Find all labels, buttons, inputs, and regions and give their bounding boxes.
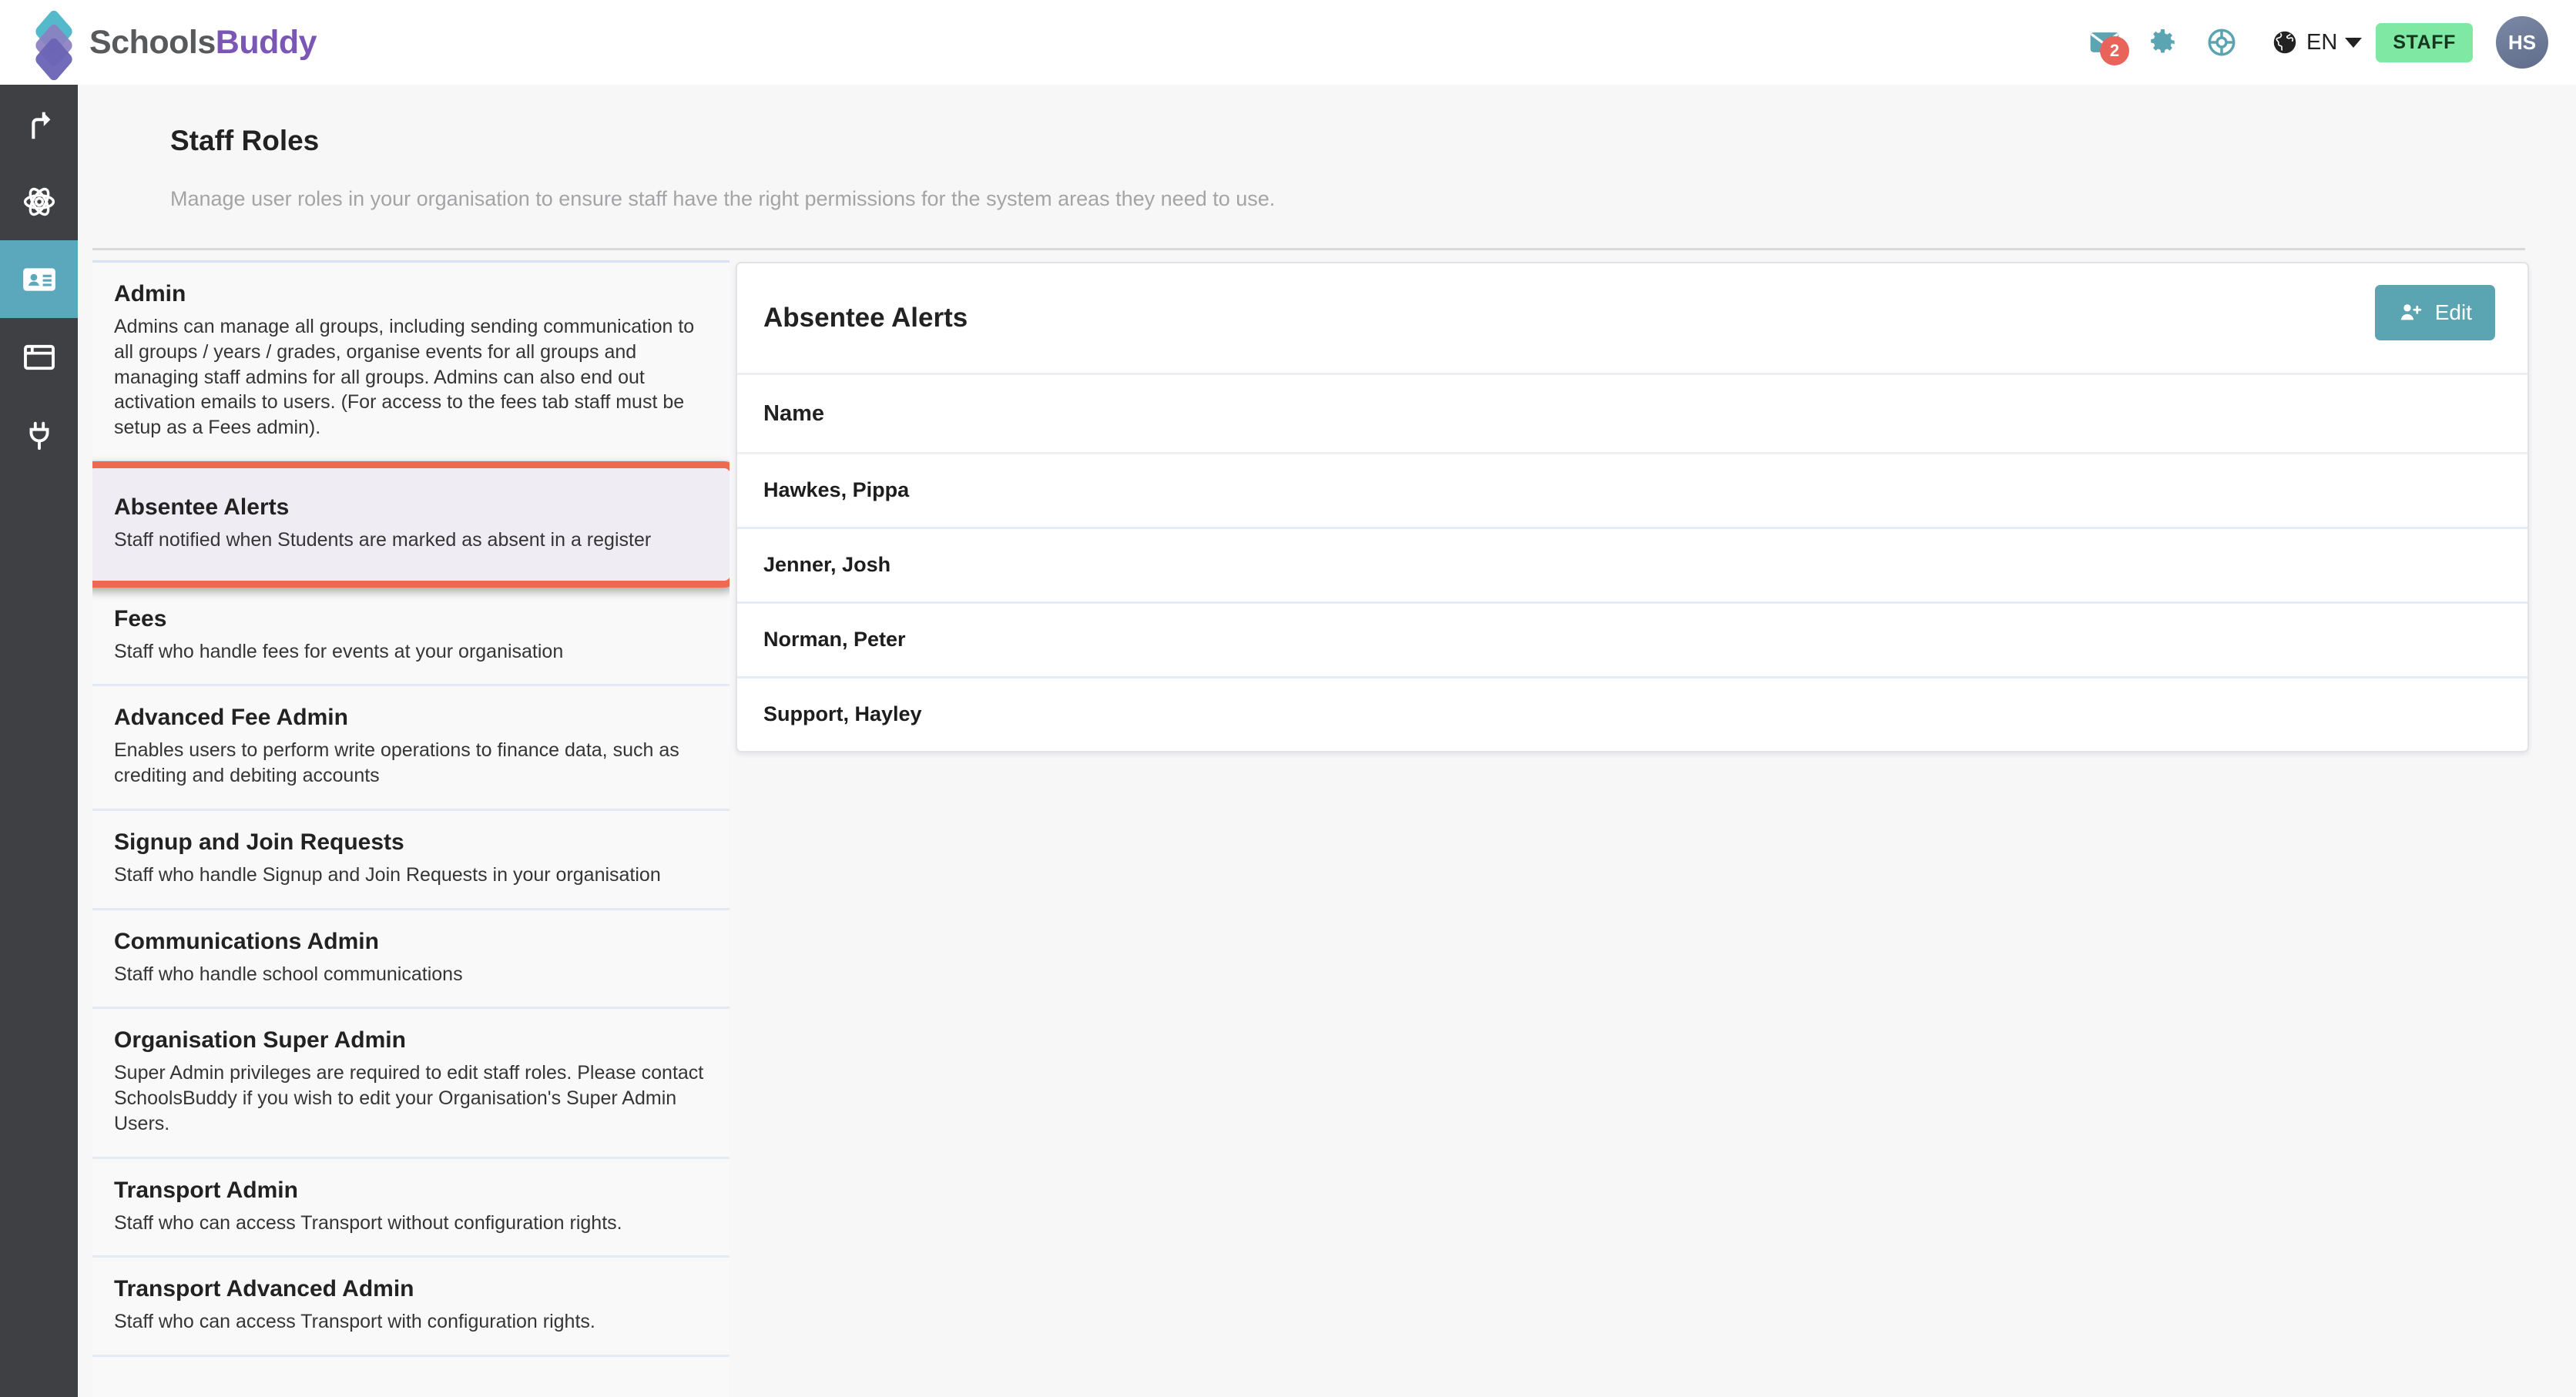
role-list-item[interactable]: Transport Admin Staff who can access Tran… bbox=[92, 1159, 730, 1258]
schoolsbuddy-diamond-logo-icon bbox=[26, 13, 82, 72]
arrow-turn-up-icon bbox=[22, 106, 57, 142]
brand-name-part1: Schools bbox=[89, 24, 216, 61]
gear-icon bbox=[2147, 26, 2179, 59]
edit-button-label: Edit bbox=[2435, 300, 2472, 325]
staff-role-badge[interactable]: STAFF bbox=[2376, 23, 2473, 62]
rail-item-navigate[interactable] bbox=[0, 85, 78, 162]
page-description: Manage user roles in your organisation t… bbox=[170, 187, 1275, 211]
role-detail-card: Absentee Alerts Edit Name Hawkes, PippaJ… bbox=[736, 262, 2529, 752]
role-list-item[interactable]: Admin Admins can manage all groups, inclu… bbox=[92, 263, 730, 463]
table-row[interactable]: Jenner, Josh bbox=[737, 529, 2527, 604]
brand-name-part2: Buddy bbox=[216, 24, 317, 61]
edit-button[interactable]: Edit bbox=[2375, 285, 2495, 340]
role-list-item[interactable]: Communications Admin Staff who handle sch… bbox=[92, 910, 730, 1010]
role-list-item-name: Absentee Alerts bbox=[114, 494, 709, 521]
page-header: Staff Roles Manage user roles in your or… bbox=[78, 85, 2576, 248]
user-plus-icon bbox=[2398, 300, 2423, 325]
left-icon-rail bbox=[0, 85, 78, 1397]
role-list-item[interactable]: Signup and Join Requests Staff who handle… bbox=[92, 811, 730, 910]
table-row[interactable]: Hawkes, Pippa bbox=[737, 454, 2527, 529]
role-list-item-description: Super Admin privileges are required to e… bbox=[114, 1060, 708, 1136]
header-divider bbox=[92, 248, 2525, 250]
table-row[interactable]: Norman, Peter bbox=[737, 604, 2527, 678]
chevron-down-icon bbox=[2345, 38, 2362, 48]
globe-icon bbox=[2271, 28, 2299, 56]
messages-count-badge: 2 bbox=[2100, 36, 2129, 65]
lifebuoy-icon bbox=[2205, 26, 2238, 59]
brand-logo[interactable]: SchoolsBuddy bbox=[0, 13, 317, 72]
role-list-item-description: Staff who can access Transport without c… bbox=[114, 1211, 708, 1236]
messages-button[interactable]: 2 bbox=[2075, 13, 2134, 72]
staff-table-body: Hawkes, PippaJenner, JoshNorman, PeterSu… bbox=[737, 454, 2527, 751]
rail-item-staff-roles[interactable] bbox=[0, 240, 78, 318]
role-list-item[interactable]: Transport Advanced Admin Staff who can ac… bbox=[92, 1258, 730, 1357]
role-list-item-description: Enables users to perform write operation… bbox=[114, 738, 708, 789]
support-button[interactable] bbox=[2192, 13, 2251, 72]
rail-item-pages[interactable] bbox=[0, 318, 78, 396]
role-list-item-description: Staff who handle fees for events at your… bbox=[114, 639, 708, 665]
role-list-item-name: Communications Admin bbox=[114, 929, 708, 955]
role-list-item-name: Organisation Super Admin bbox=[114, 1027, 708, 1054]
language-selector[interactable]: EN bbox=[2271, 28, 2362, 56]
role-list-item-description: Staff who can access Transport with conf… bbox=[114, 1309, 708, 1335]
role-detail-header: Absentee Alerts Edit bbox=[737, 263, 2527, 375]
role-list-item-description: Admins can manage all groups, including … bbox=[114, 314, 708, 441]
role-list-item-name: Admin bbox=[114, 281, 708, 307]
role-list-item[interactable]: Absentee Alerts Staff notified when Stude… bbox=[92, 461, 730, 588]
role-list-item-name: Fees bbox=[114, 606, 708, 632]
role-list-item-name: Transport Advanced Admin bbox=[114, 1276, 708, 1302]
power-plug-icon bbox=[22, 417, 57, 453]
rail-item-integrations[interactable] bbox=[0, 396, 78, 474]
rail-item-activities[interactable] bbox=[0, 162, 78, 240]
table-column-header-name: Name bbox=[737, 375, 2527, 454]
role-list-item-name: Advanced Fee Admin bbox=[114, 705, 708, 731]
role-list-item-name: Signup and Join Requests bbox=[114, 829, 708, 856]
table-row[interactable]: Support, Hayley bbox=[737, 678, 2527, 751]
language-label: EN bbox=[2306, 30, 2337, 55]
page-title: Staff Roles bbox=[170, 125, 319, 157]
role-list-item[interactable]: Advanced Fee Admin Enables users to perfo… bbox=[92, 686, 730, 811]
roles-list[interactable]: Admin Admins can manage all groups, inclu… bbox=[92, 260, 730, 1397]
header-actions: 2 EN STAFF HS bbox=[2075, 13, 2576, 72]
avatar[interactable]: HS bbox=[2496, 16, 2548, 69]
role-list-item[interactable]: Organisation Super Admin Super Admin priv… bbox=[92, 1009, 730, 1158]
role-list-item-description: Staff notified when Students are marked … bbox=[114, 528, 709, 553]
role-list-item-description: Staff who handle Signup and Join Request… bbox=[114, 863, 708, 888]
id-card-icon bbox=[20, 260, 59, 299]
brand-name: SchoolsBuddy bbox=[89, 24, 317, 62]
role-list-item[interactable]: Fees Staff who handle fees for events at … bbox=[92, 588, 730, 687]
top-header-bar: SchoolsBuddy 2 bbox=[0, 0, 2576, 85]
settings-button[interactable] bbox=[2134, 13, 2192, 72]
role-detail-title: Absentee Alerts bbox=[737, 303, 968, 333]
window-icon bbox=[22, 340, 57, 375]
role-list-item-name: Transport Admin bbox=[114, 1178, 708, 1204]
role-list-item-description: Staff who handle school communications bbox=[114, 962, 708, 987]
atom-icon bbox=[21, 183, 58, 220]
